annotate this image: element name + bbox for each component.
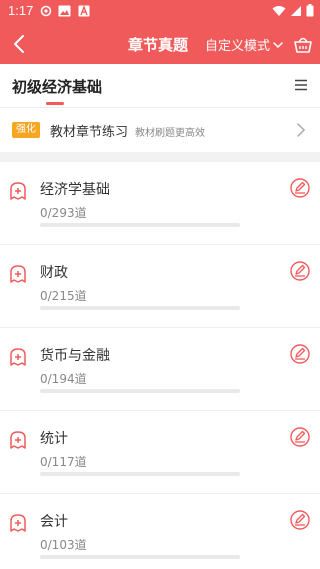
subject-header[interactable]: 初级经济基础 [0, 64, 320, 108]
chapter-expand-icon[interactable] [9, 513, 27, 533]
signal-icon [291, 5, 301, 16]
textbook-practice-row[interactable]: 强化 教材章节练习 教材刷题更高效 [0, 108, 320, 152]
chevron-right-icon [297, 123, 306, 137]
chapter-count: 0/215道 [40, 289, 87, 303]
chapter-row[interactable]: 会计 0/103道 [0, 494, 320, 569]
chapter-progress-bar [40, 555, 240, 559]
app-bar: 章节真题 自定义模式 [0, 24, 320, 64]
edit-practice-icon[interactable] [290, 261, 310, 281]
chapter-title: 会计 [40, 514, 68, 530]
practice-description: 教材刷题更高效 [135, 128, 205, 139]
settings-notification-icon [40, 5, 52, 17]
chapter-progress-bar [40, 472, 240, 476]
mode-label: 自定义模式 [205, 39, 271, 54]
edit-practice-icon[interactable] [290, 427, 310, 447]
status-right-icons [272, 4, 314, 17]
subject-name[interactable]: 初级经济基础 [12, 76, 102, 97]
chevron-down-icon [273, 41, 283, 48]
mode-selector[interactable]: 自定义模式 [205, 35, 284, 54]
chapter-expand-icon[interactable] [9, 181, 27, 201]
chapter-title: 货币与金融 [40, 348, 110, 364]
strengthen-tag: 强化 [12, 122, 40, 138]
battery-icon [306, 4, 314, 17]
edit-practice-icon[interactable] [290, 510, 310, 530]
chapter-expand-icon[interactable] [9, 347, 27, 367]
chapter-count: 0/117道 [40, 455, 87, 469]
edit-practice-icon[interactable] [290, 178, 310, 198]
back-arrow-icon[interactable] [8, 32, 32, 56]
section-divider [0, 152, 320, 162]
chapter-list: 经济学基础 0/293道 财政 0/215道 货币与金融 0/194道 统计 0… [0, 162, 320, 569]
chapter-row[interactable]: 货币与金融 0/194道 [0, 328, 320, 411]
chapter-count: 0/103道 [40, 538, 87, 552]
status-time: 1:17 [8, 3, 34, 18]
chapter-title: 财政 [40, 265, 68, 281]
chapter-expand-icon[interactable] [9, 430, 27, 450]
a-notification-icon [78, 5, 90, 17]
chapter-count: 0/293道 [40, 206, 87, 220]
chapter-row[interactable]: 财政 0/215道 [0, 245, 320, 328]
chapter-row[interactable]: 经济学基础 0/293道 [0, 162, 320, 245]
basket-icon[interactable] [292, 33, 314, 55]
status-bar: 1:17 [0, 0, 320, 24]
subject-underline [46, 102, 64, 105]
practice-title: 教材章节练习 [50, 125, 129, 140]
chapter-progress-bar [40, 389, 240, 393]
edit-practice-icon[interactable] [290, 344, 310, 364]
chapter-expand-icon[interactable] [9, 264, 27, 284]
chapter-count: 0/194道 [40, 372, 87, 386]
chapter-title: 经济学基础 [40, 182, 110, 198]
chapter-row[interactable]: 统计 0/117道 [0, 411, 320, 494]
chapter-progress-bar [40, 306, 240, 310]
chapter-progress-bar [40, 223, 240, 227]
image-icon [58, 5, 71, 17]
menu-icon[interactable] [294, 78, 308, 92]
chapter-title: 统计 [40, 431, 68, 447]
wifi-icon [272, 5, 286, 16]
page-title: 章节真题 [128, 36, 189, 54]
